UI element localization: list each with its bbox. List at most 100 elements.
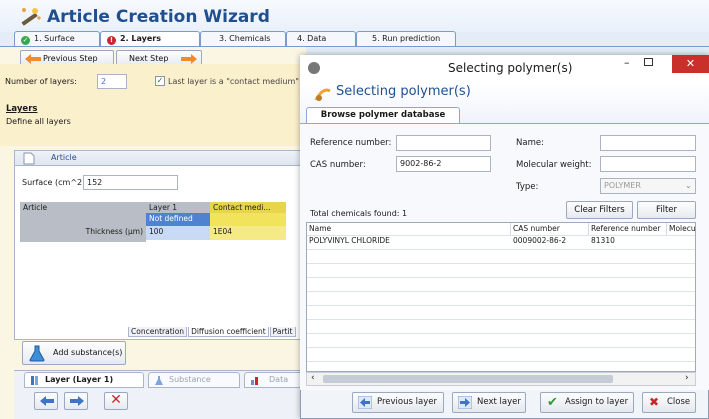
table-row[interactable]: POLYVINYL CHLORIDE 0009002-86-2 81310 bbox=[307, 236, 695, 248]
molecular-weight-label: Molecular weight: bbox=[516, 160, 592, 170]
next-layer-label: Next layer bbox=[477, 397, 521, 407]
tab-layer[interactable]: Layer (Layer 1) bbox=[24, 372, 144, 388]
previous-layer-button[interactable]: Previous layer bbox=[352, 392, 444, 413]
column-header-cas[interactable]: CAS number bbox=[511, 223, 589, 235]
type-select-value: POLYMER bbox=[604, 181, 641, 190]
column-header-molecular[interactable]: Molecu bbox=[667, 223, 697, 235]
tab-substance-label: Substance bbox=[169, 375, 211, 384]
arrow-right-icon bbox=[458, 396, 472, 409]
next-step-label: Next Step bbox=[129, 54, 169, 63]
article-tab-label: Article bbox=[51, 153, 77, 162]
contact-medium-checkbox[interactable]: ✓ bbox=[155, 76, 165, 86]
subtab-diffusion[interactable]: Diffusion coefficient bbox=[188, 327, 269, 337]
thickness-layer1[interactable]: 100 bbox=[146, 226, 210, 240]
check-icon: ✓ bbox=[21, 36, 30, 45]
dialog-title-bar: Selecting polymer(s) – bbox=[300, 55, 709, 82]
tab-layer-label: Layer (Layer 1) bbox=[45, 375, 114, 384]
tab-data[interactable]: 4. Data bbox=[286, 31, 356, 47]
tab-data-label: Data bbox=[269, 375, 289, 384]
molecular-weight-input[interactable] bbox=[600, 156, 696, 172]
next-layer-button[interactable]: Next layer bbox=[452, 392, 526, 413]
arrow-right-icon bbox=[70, 396, 84, 406]
layer-grid: Article Layer 1 Contact medi... Not defi… bbox=[20, 202, 286, 242]
layers-icon bbox=[31, 376, 38, 385]
polymer-table: Name CAS number Reference number Molecu … bbox=[306, 222, 696, 372]
delete-layer-icon[interactable]: ✕ bbox=[104, 392, 128, 410]
close-label: Close bbox=[667, 397, 691, 407]
row-divider bbox=[307, 249, 695, 250]
scroll-right-icon[interactable]: › bbox=[685, 373, 689, 383]
thickness-label: Thickness (µm) bbox=[85, 227, 143, 236]
article-tab-header[interactable]: Article bbox=[14, 150, 306, 166]
tab-chemicals[interactable]: 3. Chemicals bbox=[200, 31, 286, 47]
app-title: Article Creation Wizard bbox=[47, 7, 270, 27]
flask-icon bbox=[155, 376, 163, 385]
clear-filters-button[interactable]: Clear Filters bbox=[566, 201, 633, 219]
tab-label: 5. Run prediction bbox=[372, 34, 441, 43]
row-divider bbox=[307, 319, 695, 320]
previous-step-label: Previous Step bbox=[43, 54, 98, 63]
chevron-down-icon: ⌄ bbox=[685, 181, 692, 190]
horizontal-scrollbar[interactable]: ‹ › bbox=[306, 372, 696, 386]
surface-input[interactable]: 152 bbox=[83, 175, 178, 190]
row-divider bbox=[307, 263, 695, 264]
wizard-wand-icon bbox=[21, 8, 41, 26]
column-header-name[interactable]: Name bbox=[307, 223, 511, 235]
grid-not-defined[interactable]: Not defined bbox=[146, 213, 210, 226]
row-divider bbox=[307, 277, 695, 278]
subtab-partition[interactable]: Partit bbox=[269, 327, 296, 337]
article-body bbox=[14, 166, 306, 340]
add-substance-button[interactable]: Add substance(s) bbox=[22, 341, 126, 365]
cell-name: POLYVINYL CHLORIDE bbox=[309, 236, 390, 245]
tab-label: 4. Data bbox=[297, 34, 327, 43]
tab-data-bottom[interactable]: Data bbox=[244, 372, 306, 388]
thickness-contact[interactable]: 1E04 bbox=[210, 226, 286, 240]
document-icon bbox=[23, 152, 35, 165]
tab-substance[interactable]: Substance bbox=[148, 372, 240, 388]
row-divider bbox=[307, 333, 695, 334]
grid-col-contact: Contact medi... bbox=[210, 202, 286, 213]
move-left-button[interactable] bbox=[34, 392, 58, 410]
scroll-left-icon[interactable]: ‹ bbox=[311, 373, 315, 383]
close-button[interactable]: ✖ Close bbox=[642, 392, 696, 413]
filter-button[interactable]: Filter bbox=[637, 201, 696, 219]
layer-count-input[interactable]: 2 bbox=[97, 74, 127, 89]
name-input[interactable] bbox=[600, 135, 696, 151]
type-select[interactable]: POLYMER ⌄ bbox=[600, 178, 696, 194]
layers-heading: Layers bbox=[6, 104, 38, 114]
subtab-concentration[interactable]: Concentration bbox=[128, 327, 188, 337]
grid-contact-empty[interactable] bbox=[210, 213, 286, 226]
close-x-icon: ✖ bbox=[649, 395, 660, 409]
add-substance-label: Add substance(s) bbox=[53, 348, 123, 357]
arrow-left-icon bbox=[25, 54, 41, 64]
reference-number-input[interactable] bbox=[396, 135, 491, 151]
column-header-reference[interactable]: Reference number bbox=[589, 223, 667, 235]
total-chemicals-count: 1 bbox=[402, 209, 408, 218]
scrollbar-thumb[interactable] bbox=[323, 375, 613, 383]
error-icon: ! bbox=[107, 36, 116, 45]
app-icon bbox=[308, 62, 320, 74]
contact-medium-label: Last layer is a "contact medium" la bbox=[168, 77, 300, 86]
assign-to-layer-button[interactable]: ✔ Assign to layer bbox=[540, 392, 634, 413]
move-right-button[interactable] bbox=[64, 392, 88, 410]
tab-label: 3. Chemicals bbox=[219, 34, 271, 43]
checkmark-icon: ✔ bbox=[547, 395, 558, 410]
tab-run-prediction[interactable]: 5. Run prediction bbox=[356, 31, 456, 47]
data-chart-icon bbox=[251, 377, 258, 385]
maximize-icon[interactable] bbox=[644, 58, 653, 66]
cas-number-input[interactable]: 9002-86-2 bbox=[396, 156, 491, 172]
cas-number-label: CAS number: bbox=[310, 160, 366, 170]
arrow-left-icon bbox=[40, 396, 54, 406]
dialog-window-title: Selecting polymer(s) bbox=[448, 61, 573, 75]
tab-surface[interactable]: ✓ 1. Surface bbox=[14, 31, 100, 47]
close-icon[interactable]: ✕ bbox=[672, 55, 709, 73]
layers-hint: Define all layers bbox=[6, 117, 71, 126]
minimize-icon[interactable]: – bbox=[624, 56, 630, 69]
name-label: Name: bbox=[516, 138, 544, 148]
tab-label: 2. Layers bbox=[120, 34, 161, 43]
layer-count-label: Number of layers: bbox=[5, 77, 77, 86]
arrow-left-icon bbox=[358, 396, 372, 409]
arrow-right-icon bbox=[181, 54, 197, 64]
cell-cas: 0009002-86-2 bbox=[513, 236, 567, 245]
tab-browse-polymer-database[interactable]: Browse polymer database bbox=[306, 107, 460, 123]
